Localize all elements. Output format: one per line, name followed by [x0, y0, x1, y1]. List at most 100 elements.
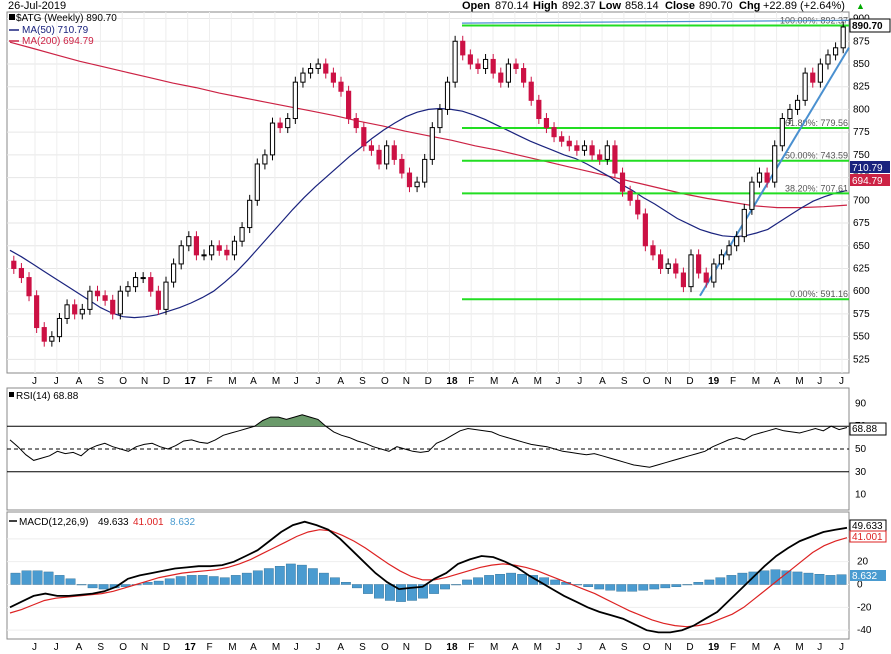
candle-down — [467, 54, 473, 65]
legend-candle-swatch — [9, 14, 15, 20]
macd-tick-label: 20 — [857, 557, 869, 568]
legend-ma50: MA(50) 710.79 — [22, 25, 89, 36]
candle-down — [696, 254, 702, 274]
month-tick-label-bottom: J — [54, 642, 59, 653]
candle-down — [346, 90, 352, 120]
month-tick-label: A — [250, 376, 257, 387]
month-tick-label: D — [163, 376, 170, 387]
candle-up — [132, 277, 139, 288]
month-tick-label: F — [730, 376, 736, 387]
price-tick-label: 675 — [853, 218, 870, 229]
chg-value: +22.89 (+2.64%) — [763, 0, 845, 12]
macd-histogram-bar — [296, 564, 307, 585]
month-tick-label: 17 — [185, 376, 197, 387]
month-tick-label-bottom: A — [774, 642, 781, 653]
macd-histogram-bar — [76, 584, 87, 586]
candle-down — [323, 63, 329, 74]
macd-histogram-bar — [330, 577, 340, 585]
candle-up — [307, 68, 314, 74]
candle-up — [756, 172, 763, 183]
candle-up — [79, 308, 85, 315]
candle-down — [513, 63, 519, 70]
month-tick-label-bottom: M — [490, 642, 498, 653]
macd-histogram-bar — [451, 584, 461, 586]
candle-down — [551, 127, 557, 138]
open-value: 870.14 — [495, 0, 529, 12]
month-tick-label-bottom: J — [577, 642, 582, 653]
fibonacci-layer: 100.00%: 892.3761.80%: 779.5650.00%: 743… — [461, 15, 850, 301]
hist-badge-text: 8.632 — [852, 571, 877, 582]
month-tick-label-bottom: A — [250, 642, 257, 653]
close-label: Close — [665, 0, 695, 12]
rsi-tick-label: 10 — [855, 490, 867, 501]
month-tick-label-bottom: D — [163, 642, 170, 653]
month-tick-label: 19 — [708, 376, 720, 387]
signal-badge-text: 41.001 — [852, 532, 883, 543]
candle-up — [56, 317, 63, 338]
macd-histogram-bar — [495, 574, 505, 585]
macd-legend-hist: 8.632 — [170, 517, 195, 528]
candle-up — [688, 254, 694, 288]
month-tick-label-bottom: J — [839, 642, 844, 653]
macd-legend-signal: 41.001 — [133, 517, 164, 528]
candle-up — [840, 26, 846, 49]
chart-date: 26-Jul-2019 — [8, 0, 66, 12]
macd-histogram-bar — [737, 572, 748, 585]
rsi-last-badge-text: 68.88 — [852, 424, 877, 435]
month-tick-label: N — [403, 376, 410, 387]
candle-down — [498, 72, 504, 83]
candle-down — [18, 267, 25, 279]
candle-up — [178, 245, 184, 265]
month-tick-label-bottom: J — [817, 642, 822, 653]
month-tick-label: J — [316, 376, 321, 387]
candle-up — [825, 54, 831, 65]
candle-up — [604, 145, 610, 160]
candle-down — [528, 81, 534, 101]
candle-down — [148, 277, 154, 292]
candle-up — [505, 63, 511, 83]
macd-histogram-bar — [175, 576, 186, 585]
chg-up-arrow: ▲ — [856, 1, 865, 11]
macd-histogram-bar — [87, 584, 98, 589]
macd-histogram-bar — [219, 577, 230, 585]
macd-tick-label: -20 — [857, 602, 872, 613]
macd-histogram-bar — [660, 584, 671, 589]
macd-histogram-bar — [197, 575, 208, 585]
month-tick-label-bottom: O — [643, 642, 651, 653]
candle-up — [817, 63, 823, 83]
candle-up — [437, 108, 443, 129]
macd-histogram-bar — [627, 584, 638, 592]
month-tick-label-bottom: 18 — [446, 642, 458, 653]
month-tick-label-bottom: F — [206, 642, 212, 653]
open-label: Open — [462, 0, 490, 12]
ohlc-readout: Open 870.14 High 892.37 Low 858.14 Close… — [462, 0, 865, 12]
candle-down — [376, 149, 382, 165]
fib-level-label: 0.00%: 591.16 — [790, 289, 848, 299]
macd-histogram-bar — [550, 579, 561, 585]
macd-histogram-bar — [318, 572, 329, 585]
month-tick-label: J — [555, 376, 560, 387]
ma50-badge-text: 710.79 — [852, 163, 883, 174]
candle-up — [665, 263, 671, 269]
month-tick-label: J — [54, 376, 59, 387]
candlestick-layer — [11, 21, 846, 347]
macd-badges: 49.633 41.001 8.632 — [849, 519, 887, 582]
month-tick-label: M — [228, 376, 236, 387]
candle-up — [209, 245, 215, 256]
macd-histogram-bar — [230, 575, 241, 585]
rsi-legend-text: RSI(14) 68.88 — [16, 391, 79, 402]
fib-level-label: 38.20%: 707.61 — [785, 183, 848, 193]
candle-down — [277, 122, 283, 129]
macd-histogram-bar — [153, 580, 164, 585]
candle-down — [673, 263, 679, 274]
month-tick-label-bottom: J — [555, 642, 560, 653]
month-tick-label: M — [752, 376, 760, 387]
candle-down — [224, 249, 230, 256]
candle-up — [726, 245, 732, 256]
candle-up — [171, 263, 177, 283]
macd-histogram-bar — [374, 584, 384, 599]
month-tick-label: O — [643, 376, 651, 387]
candle-down — [650, 245, 656, 256]
candle-down — [102, 295, 108, 301]
candle-up — [444, 81, 451, 110]
